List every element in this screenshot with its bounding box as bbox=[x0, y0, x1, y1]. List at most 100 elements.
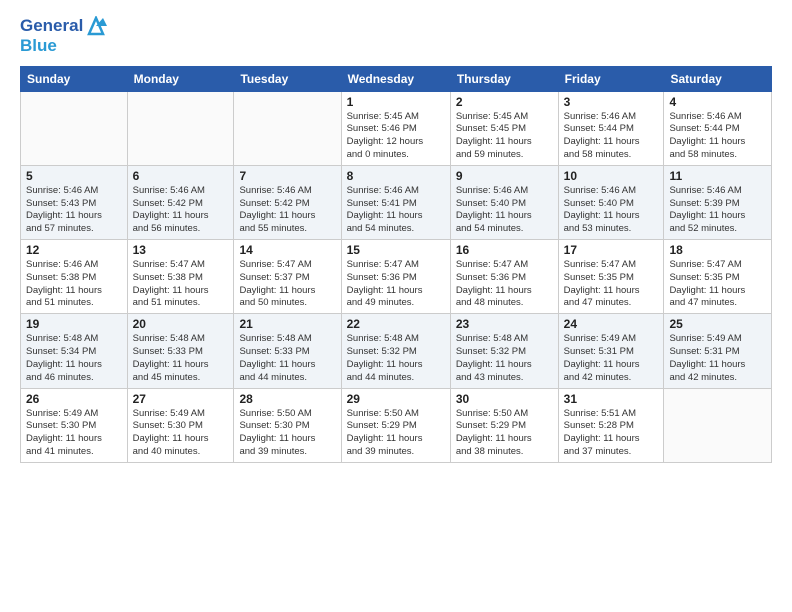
calendar-cell: 4 Sunrise: 5:46 AM Sunset: 5:44 PM Daylig… bbox=[664, 91, 772, 165]
day-number: 10 bbox=[564, 169, 659, 183]
day-info: Sunrise: 5:46 AM Sunset: 5:41 PM Dayligh… bbox=[347, 185, 445, 236]
calendar-cell: 6 Sunrise: 5:46 AM Sunset: 5:42 PM Daylig… bbox=[127, 165, 234, 239]
day-info: Sunrise: 5:46 AM Sunset: 5:42 PM Dayligh… bbox=[239, 185, 335, 236]
day-number: 1 bbox=[347, 95, 445, 109]
calendar-table: SundayMondayTuesdayWednesdayThursdayFrid… bbox=[20, 66, 772, 463]
weekday-header-monday: Monday bbox=[127, 66, 234, 91]
calendar-cell: 8 Sunrise: 5:46 AM Sunset: 5:41 PM Daylig… bbox=[341, 165, 450, 239]
day-info: Sunrise: 5:50 AM Sunset: 5:30 PM Dayligh… bbox=[239, 408, 335, 459]
weekday-header-wednesday: Wednesday bbox=[341, 66, 450, 91]
calendar-cell: 9Sunrise: 5:46 AM Sunset: 5:40 PM Daylig… bbox=[450, 165, 558, 239]
calendar-cell: 12 Sunrise: 5:46 AM Sunset: 5:38 PM Dayli… bbox=[21, 240, 128, 314]
day-number: 22 bbox=[347, 317, 445, 331]
day-number: 13 bbox=[133, 243, 229, 257]
calendar-cell: 16 Sunrise: 5:47 AM Sunset: 5:36 PM Dayli… bbox=[450, 240, 558, 314]
calendar-cell bbox=[234, 91, 341, 165]
day-info: Sunrise: 5:47 AM Sunset: 5:36 PM Dayligh… bbox=[347, 259, 445, 310]
calendar-cell: 18Sunrise: 5:47 AM Sunset: 5:35 PM Dayli… bbox=[664, 240, 772, 314]
day-info: Sunrise: 5:46 AM Sunset: 5:38 PM Dayligh… bbox=[26, 259, 122, 310]
calendar-cell: 3 Sunrise: 5:46 AM Sunset: 5:44 PM Daylig… bbox=[558, 91, 664, 165]
week-row-1: 1 Sunrise: 5:45 AM Sunset: 5:46 PM Daylig… bbox=[21, 91, 772, 165]
header: General Blue bbox=[20, 16, 772, 56]
calendar-cell: 19 Sunrise: 5:48 AM Sunset: 5:34 PM Dayli… bbox=[21, 314, 128, 388]
day-info: Sunrise: 5:48 AM Sunset: 5:34 PM Dayligh… bbox=[26, 333, 122, 384]
day-info: Sunrise: 5:47 AM Sunset: 5:35 PM Dayligh… bbox=[669, 259, 766, 310]
day-info: Sunrise: 5:46 AM Sunset: 5:43 PM Dayligh… bbox=[26, 185, 122, 236]
day-info: Sunrise: 5:49 AM Sunset: 5:30 PM Dayligh… bbox=[26, 408, 122, 459]
day-info: Sunrise: 5:48 AM Sunset: 5:32 PM Dayligh… bbox=[347, 333, 445, 384]
day-info: Sunrise: 5:45 AM Sunset: 5:46 PM Dayligh… bbox=[347, 111, 445, 162]
day-info: Sunrise: 5:51 AM Sunset: 5:28 PM Dayligh… bbox=[564, 408, 659, 459]
day-info: Sunrise: 5:49 AM Sunset: 5:31 PM Dayligh… bbox=[564, 333, 659, 384]
day-info: Sunrise: 5:46 AM Sunset: 5:44 PM Dayligh… bbox=[564, 111, 659, 162]
day-info: Sunrise: 5:45 AM Sunset: 5:45 PM Dayligh… bbox=[456, 111, 553, 162]
week-row-4: 19 Sunrise: 5:48 AM Sunset: 5:34 PM Dayli… bbox=[21, 314, 772, 388]
day-info: Sunrise: 5:48 AM Sunset: 5:33 PM Dayligh… bbox=[239, 333, 335, 384]
week-row-5: 26 Sunrise: 5:49 AM Sunset: 5:30 PM Dayli… bbox=[21, 388, 772, 462]
calendar-cell: 31Sunrise: 5:51 AM Sunset: 5:28 PM Dayli… bbox=[558, 388, 664, 462]
day-number: 12 bbox=[26, 243, 122, 257]
day-info: Sunrise: 5:46 AM Sunset: 5:42 PM Dayligh… bbox=[133, 185, 229, 236]
day-number: 20 bbox=[133, 317, 229, 331]
calendar-container: General Blue SundayMondayTuesdayWednesda… bbox=[0, 0, 792, 612]
calendar-cell: 22 Sunrise: 5:48 AM Sunset: 5:32 PM Dayli… bbox=[341, 314, 450, 388]
day-number: 15 bbox=[347, 243, 445, 257]
day-number: 19 bbox=[26, 317, 122, 331]
day-info: Sunrise: 5:47 AM Sunset: 5:36 PM Dayligh… bbox=[456, 259, 553, 310]
logo-blue: Blue bbox=[20, 36, 107, 56]
day-number: 6 bbox=[133, 169, 229, 183]
day-number: 16 bbox=[456, 243, 553, 257]
day-number: 3 bbox=[564, 95, 659, 109]
weekday-header-row: SundayMondayTuesdayWednesdayThursdayFrid… bbox=[21, 66, 772, 91]
calendar-cell: 30Sunrise: 5:50 AM Sunset: 5:29 PM Dayli… bbox=[450, 388, 558, 462]
calendar-cell: 5Sunrise: 5:46 AM Sunset: 5:43 PM Daylig… bbox=[21, 165, 128, 239]
calendar-cell: 26 Sunrise: 5:49 AM Sunset: 5:30 PM Dayli… bbox=[21, 388, 128, 462]
day-info: Sunrise: 5:46 AM Sunset: 5:40 PM Dayligh… bbox=[564, 185, 659, 236]
weekday-header-friday: Friday bbox=[558, 66, 664, 91]
calendar-cell: 10 Sunrise: 5:46 AM Sunset: 5:40 PM Dayli… bbox=[558, 165, 664, 239]
calendar-cell: 11 Sunrise: 5:46 AM Sunset: 5:39 PM Dayli… bbox=[664, 165, 772, 239]
day-number: 4 bbox=[669, 95, 766, 109]
day-number: 25 bbox=[669, 317, 766, 331]
day-info: Sunrise: 5:46 AM Sunset: 5:39 PM Dayligh… bbox=[669, 185, 766, 236]
day-info: Sunrise: 5:50 AM Sunset: 5:29 PM Dayligh… bbox=[347, 408, 445, 459]
day-info: Sunrise: 5:49 AM Sunset: 5:30 PM Dayligh… bbox=[133, 408, 229, 459]
calendar-cell: 1 Sunrise: 5:45 AM Sunset: 5:46 PM Daylig… bbox=[341, 91, 450, 165]
day-number: 14 bbox=[239, 243, 335, 257]
calendar-cell: 14 Sunrise: 5:47 AM Sunset: 5:37 PM Dayli… bbox=[234, 240, 341, 314]
day-info: Sunrise: 5:46 AM Sunset: 5:44 PM Dayligh… bbox=[669, 111, 766, 162]
day-number: 11 bbox=[669, 169, 766, 183]
weekday-header-tuesday: Tuesday bbox=[234, 66, 341, 91]
day-info: Sunrise: 5:49 AM Sunset: 5:31 PM Dayligh… bbox=[669, 333, 766, 384]
logo-text: General bbox=[20, 16, 83, 36]
logo: General Blue bbox=[20, 16, 107, 56]
day-info: Sunrise: 5:47 AM Sunset: 5:38 PM Dayligh… bbox=[133, 259, 229, 310]
day-info: Sunrise: 5:48 AM Sunset: 5:33 PM Dayligh… bbox=[133, 333, 229, 384]
calendar-cell: 28 Sunrise: 5:50 AM Sunset: 5:30 PM Dayli… bbox=[234, 388, 341, 462]
calendar-cell: 15 Sunrise: 5:47 AM Sunset: 5:36 PM Dayli… bbox=[341, 240, 450, 314]
day-info: Sunrise: 5:47 AM Sunset: 5:37 PM Dayligh… bbox=[239, 259, 335, 310]
day-number: 29 bbox=[347, 392, 445, 406]
calendar-cell: 2Sunrise: 5:45 AM Sunset: 5:45 PM Daylig… bbox=[450, 91, 558, 165]
calendar-cell: 13 Sunrise: 5:47 AM Sunset: 5:38 PM Dayli… bbox=[127, 240, 234, 314]
day-number: 17 bbox=[564, 243, 659, 257]
weekday-header-saturday: Saturday bbox=[664, 66, 772, 91]
calendar-cell: 27 Sunrise: 5:49 AM Sunset: 5:30 PM Dayli… bbox=[127, 388, 234, 462]
weekday-header-sunday: Sunday bbox=[21, 66, 128, 91]
calendar-cell bbox=[21, 91, 128, 165]
day-number: 26 bbox=[26, 392, 122, 406]
calendar-cell: 20 Sunrise: 5:48 AM Sunset: 5:33 PM Dayli… bbox=[127, 314, 234, 388]
day-number: 27 bbox=[133, 392, 229, 406]
day-number: 23 bbox=[456, 317, 553, 331]
week-row-3: 12 Sunrise: 5:46 AM Sunset: 5:38 PM Dayli… bbox=[21, 240, 772, 314]
calendar-cell: 24Sunrise: 5:49 AM Sunset: 5:31 PM Dayli… bbox=[558, 314, 664, 388]
calendar-cell bbox=[664, 388, 772, 462]
day-info: Sunrise: 5:46 AM Sunset: 5:40 PM Dayligh… bbox=[456, 185, 553, 236]
week-row-2: 5Sunrise: 5:46 AM Sunset: 5:43 PM Daylig… bbox=[21, 165, 772, 239]
calendar-cell: 23Sunrise: 5:48 AM Sunset: 5:32 PM Dayli… bbox=[450, 314, 558, 388]
calendar-cell: 17Sunrise: 5:47 AM Sunset: 5:35 PM Dayli… bbox=[558, 240, 664, 314]
calendar-cell: 7Sunrise: 5:46 AM Sunset: 5:42 PM Daylig… bbox=[234, 165, 341, 239]
day-info: Sunrise: 5:50 AM Sunset: 5:29 PM Dayligh… bbox=[456, 408, 553, 459]
day-number: 8 bbox=[347, 169, 445, 183]
day-number: 28 bbox=[239, 392, 335, 406]
